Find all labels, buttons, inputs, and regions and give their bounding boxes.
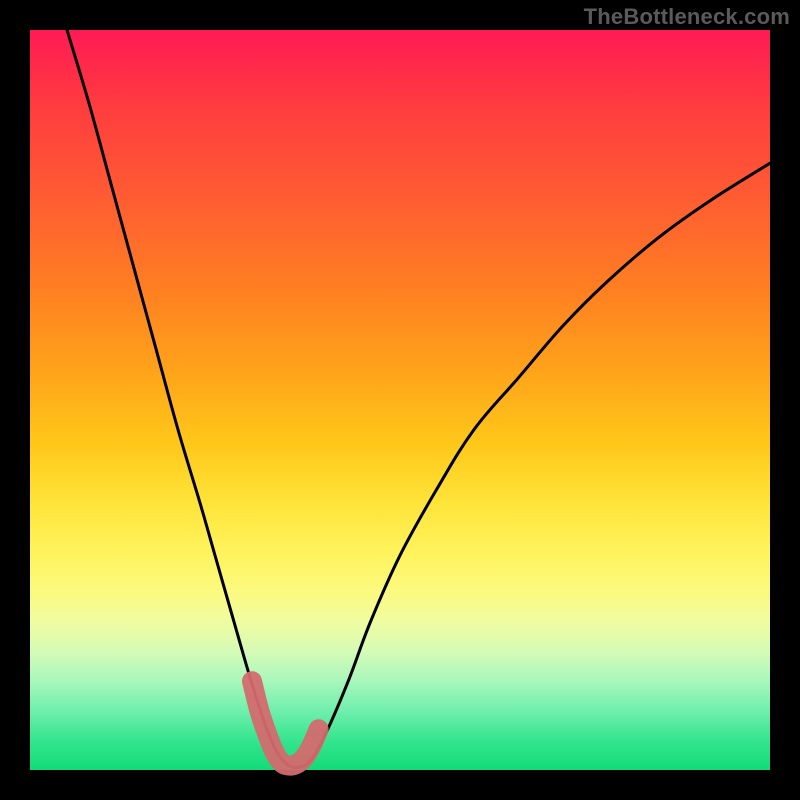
- outer-frame: TheBottleneck.com: [0, 0, 800, 800]
- highlight-segment: [252, 681, 319, 765]
- bottleneck-curve: [67, 30, 770, 768]
- plot-area: [30, 30, 770, 770]
- watermark-text: TheBottleneck.com: [584, 4, 790, 30]
- chart-svg: [30, 30, 770, 770]
